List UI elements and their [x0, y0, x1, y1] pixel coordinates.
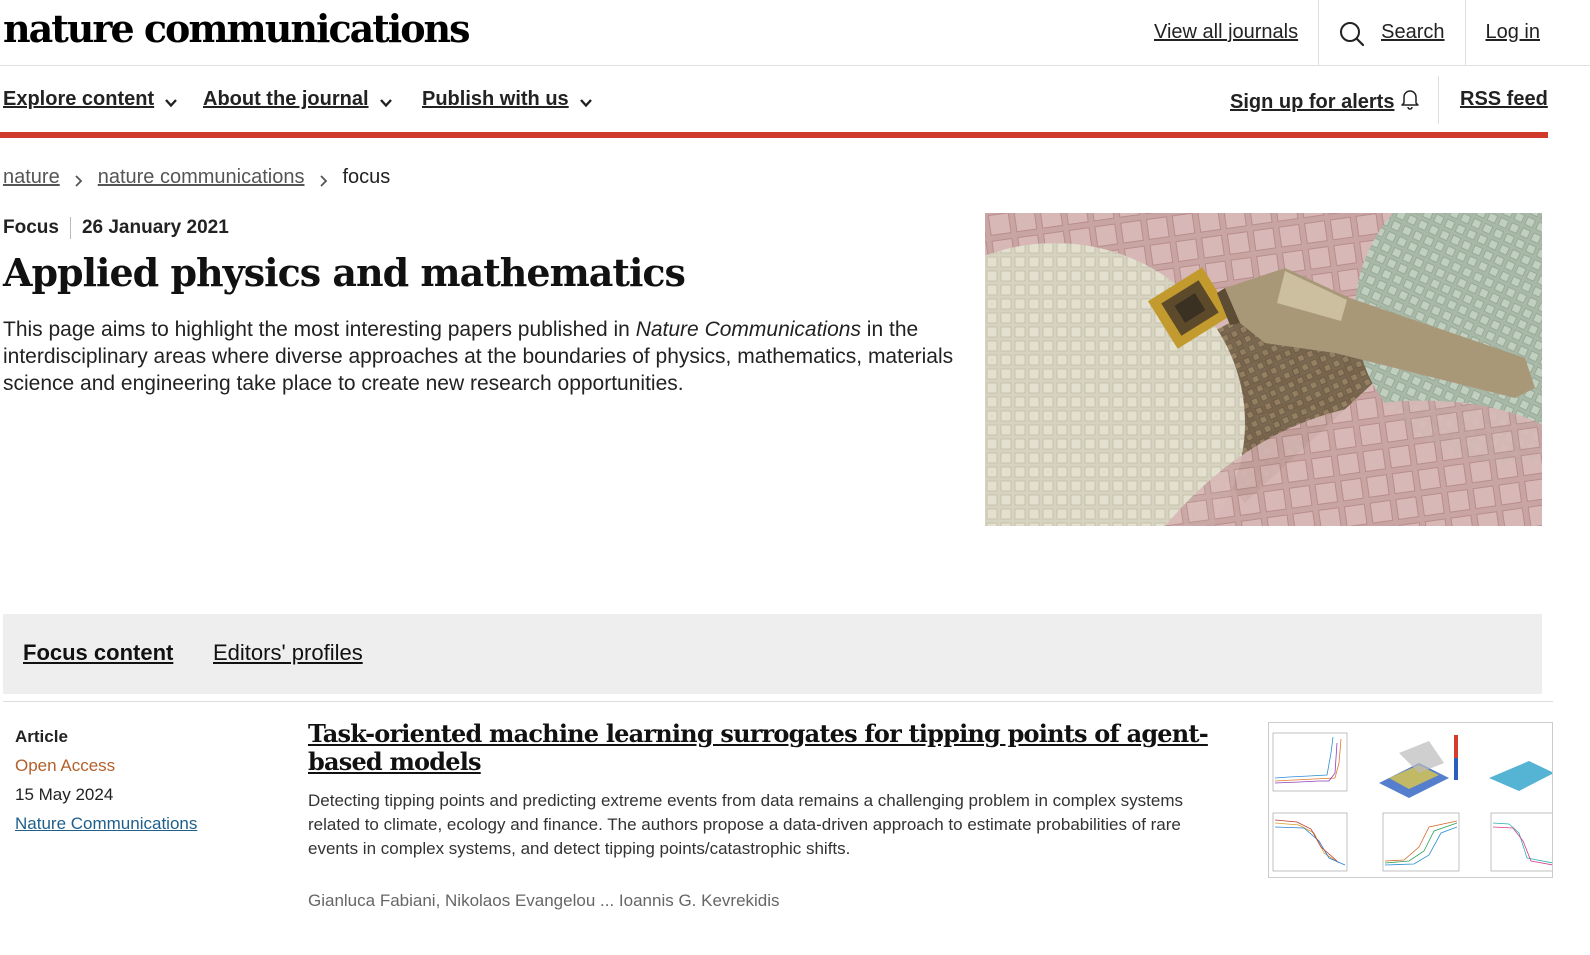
chevron-down-icon: [379, 93, 393, 107]
article-type: Article: [15, 727, 68, 746]
focus-tabs: Focus content Editors' profiles: [3, 614, 1542, 694]
site-header: nature communications View all journals …: [0, 0, 1590, 66]
sign-up-alerts-link[interactable]: Sign up for alerts: [1230, 88, 1420, 116]
main-nav: Explore content About the journal Publis…: [0, 66, 1548, 134]
header-nav: View all journals Search Log in: [1134, 0, 1590, 65]
breadcrumb-nature[interactable]: nature: [3, 166, 60, 189]
intro-text-start: This page aims to highlight the most int…: [3, 318, 636, 341]
page-title: Applied physics and mathematics: [3, 250, 686, 295]
chevron-down-icon: [579, 93, 593, 107]
accent-bar: [0, 132, 1548, 138]
intro-journal-name: Nature Communications: [635, 318, 861, 341]
tab-editors-profiles[interactable]: Editors' profiles: [213, 640, 363, 666]
search-button[interactable]: Search: [1318, 0, 1464, 65]
divider: [3, 701, 1553, 702]
chevron-down-icon: [164, 93, 178, 107]
article-journal-link[interactable]: Nature Communications: [15, 814, 197, 833]
search-icon: [1339, 21, 1365, 46]
article-meta: Article Open Access 15 May 2024 Nature C…: [15, 722, 197, 838]
open-access-badge: Open Access: [15, 756, 116, 775]
article-thumbnail[interactable]: [1268, 722, 1553, 878]
article-date: 15 May 2024: [15, 785, 114, 804]
focus-intro: This page aims to highlight the most int…: [3, 316, 963, 397]
chevron-right-icon: [319, 171, 329, 187]
explore-content-menu[interactable]: Explore content: [3, 88, 178, 111]
rss-feed-link[interactable]: RSS feed: [1460, 88, 1548, 111]
nav-divider: [1438, 76, 1439, 124]
about-journal-menu[interactable]: About the journal: [203, 88, 393, 111]
tab-focus-content[interactable]: Focus content: [23, 640, 173, 666]
article-authors: Gianluca Fabiani, Nikolaos Evangelou ...…: [308, 891, 780, 910]
article-title-link[interactable]: Task-oriented machine learning surrogate…: [308, 720, 1209, 776]
article-description: Detecting tipping points and predicting …: [308, 791, 1184, 858]
breadcrumb-current: focus: [342, 166, 391, 188]
focus-type: Focus: [3, 217, 71, 239]
login-link[interactable]: Log in: [1464, 0, 1590, 65]
chevron-right-icon: [74, 171, 84, 187]
publish-with-us-menu[interactable]: Publish with us: [422, 88, 593, 111]
bell-icon: [1400, 88, 1420, 116]
search-label: Search: [1381, 21, 1445, 43]
breadcrumb-nature-communications[interactable]: nature communications: [98, 166, 305, 189]
journal-logo[interactable]: nature communications: [3, 6, 471, 51]
publish-with-us-label: Publish with us: [422, 88, 569, 110]
focus-meta: Focus 26 January 2021: [3, 214, 229, 242]
view-all-journals-link[interactable]: View all journals: [1134, 0, 1318, 65]
focus-date: 26 January 2021: [81, 217, 229, 238]
sign-up-alerts-label: Sign up for alerts: [1230, 90, 1395, 113]
breadcrumb: nature nature communications focus: [3, 166, 390, 189]
hero-image: [985, 213, 1542, 526]
about-journal-label: About the journal: [203, 88, 369, 110]
explore-content-label: Explore content: [3, 88, 155, 110]
